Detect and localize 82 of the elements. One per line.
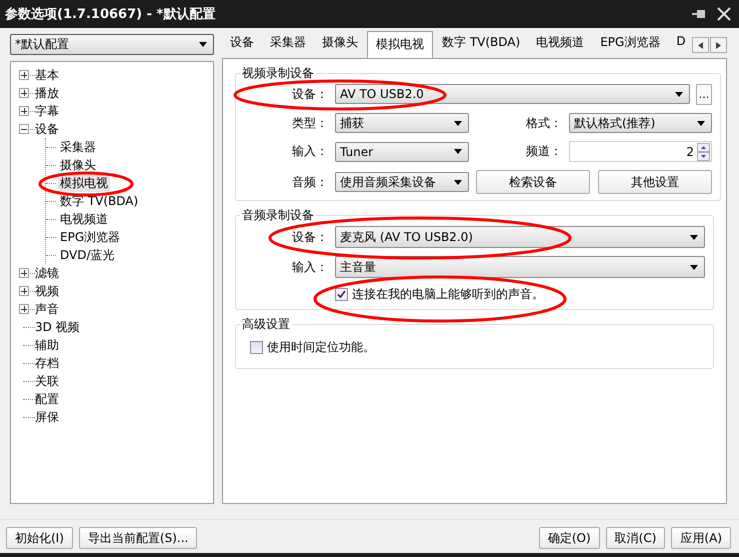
channel-spinbox[interactable]: 2 (569, 141, 712, 162)
checkbox[interactable] (335, 288, 348, 301)
footer-button[interactable]: 应用(A) (671, 527, 731, 549)
collapse-icon[interactable] (19, 124, 29, 134)
tree-item[interactable]: 存档 (33, 354, 61, 372)
tree-item[interactable]: 3D 视频 (33, 318, 82, 336)
profile-dropdown[interactable]: *默认配置 (10, 34, 214, 55)
footer-button[interactable]: 取消(C) (606, 527, 666, 549)
audio-dropdown[interactable]: 使用音频采集设备 (335, 172, 469, 192)
tab[interactable]: 摄像头 (315, 31, 365, 58)
window-title: 参数选项(1.7.10667) - *默认配置 (5, 6, 216, 23)
right-arrow-icon (716, 42, 721, 48)
action-button[interactable]: 检索设备 (476, 170, 590, 194)
field-label: 输入： (291, 258, 328, 276)
tree-item[interactable]: 电视频道 (58, 210, 110, 228)
tree-item[interactable]: 辅助 (33, 336, 61, 354)
tree-item[interactable]: EPG浏览器 (58, 228, 122, 246)
expand-icon[interactable] (19, 106, 29, 116)
tab[interactable]: EPG浏览器 (593, 31, 668, 58)
field-label: 音频： (291, 174, 328, 190)
tree-item[interactable]: 字幕 (33, 102, 61, 120)
scroll-left-button[interactable] (692, 37, 709, 53)
caret-icon (454, 120, 462, 126)
tree-item[interactable]: 关联 (33, 372, 61, 390)
tab[interactable]: 数字 TV(BDA) (435, 31, 528, 58)
footer-button[interactable]: 导出当前配置(S)... (78, 527, 198, 549)
tree-item[interactable]: 摄像头 (58, 156, 98, 174)
input-dropdown[interactable]: 主音量 (335, 256, 705, 278)
tab[interactable]: 设备 (223, 31, 261, 58)
tree-item[interactable]: 屏保 (33, 408, 61, 426)
field-label: 设备： (291, 86, 328, 103)
caret-icon (454, 149, 462, 154)
input-dropdown[interactable]: Tuner (335, 142, 469, 162)
expand-icon[interactable] (19, 70, 29, 80)
type-dropdown[interactable]: 捕获 (335, 113, 469, 133)
tab[interactable]: 模拟电视 (367, 31, 433, 58)
checkbox[interactable] (250, 341, 263, 354)
expand-icon[interactable] (19, 88, 29, 98)
tree-item[interactable]: 播放 (33, 84, 61, 102)
expand-icon[interactable] (19, 268, 29, 278)
tab[interactable]: 采集器 (263, 31, 313, 58)
close-icon[interactable] (717, 7, 731, 21)
checkbox-label: 连接在我的电脑上能够听到的声音。 (352, 286, 544, 303)
expand-icon[interactable] (19, 286, 29, 296)
expand-icon[interactable] (19, 304, 29, 314)
field-label: 输入： (291, 143, 328, 160)
group-title: 高级设置 (241, 316, 291, 333)
tree-item[interactable]: 模拟电视 (58, 174, 110, 192)
tree-item[interactable]: 滤镜 (33, 264, 61, 282)
group-title: 音频录制设备 (241, 207, 315, 224)
caret-icon (690, 234, 698, 240)
group-title: 视频录制设备 (241, 65, 315, 82)
field-label: 频道： (525, 143, 562, 160)
action-button[interactable]: 其他设置 (598, 170, 712, 194)
device-dropdown[interactable]: 麦克风 (AV TO USB2.0) (335, 226, 705, 248)
checkbox-label: 使用时间定位功能。 (267, 339, 375, 356)
caret-icon (199, 42, 207, 47)
device-dropdown[interactable]: AV TO USB2.0 (335, 84, 690, 104)
tree-item[interactable]: 视频 (33, 282, 61, 300)
field-label: 格式： (525, 114, 562, 132)
browse-button[interactable]: ... (696, 84, 712, 105)
caret-icon (690, 264, 698, 270)
caret-icon (454, 180, 462, 184)
tree-item[interactable]: 采集器 (58, 138, 98, 156)
tree-item[interactable]: 声音 (33, 300, 61, 318)
tab[interactable]: D (669, 31, 692, 58)
footer-button[interactable]: 确定(O) (538, 527, 600, 549)
scroll-right-button[interactable] (710, 37, 727, 53)
caret-icon (675, 92, 683, 96)
tree-item[interactable]: 设备 (33, 120, 61, 138)
pin-icon[interactable] (691, 8, 707, 20)
left-arrow-icon (698, 42, 703, 48)
tab[interactable]: 电视频道 (529, 31, 592, 58)
footer-button[interactable]: 初始化(I) (6, 527, 73, 549)
caret-icon (697, 120, 705, 126)
field-label: 设备： (291, 228, 328, 246)
tree-item[interactable]: 基本 (33, 66, 61, 84)
tree-item[interactable]: 配置 (33, 390, 61, 408)
tree-item[interactable]: 数字 TV(BDA) (58, 192, 140, 210)
format-dropdown[interactable]: 默认格式(推荐) (569, 113, 712, 133)
field-label: 类型： (291, 114, 328, 132)
tree-item[interactable]: DVD/蓝光 (58, 246, 117, 264)
